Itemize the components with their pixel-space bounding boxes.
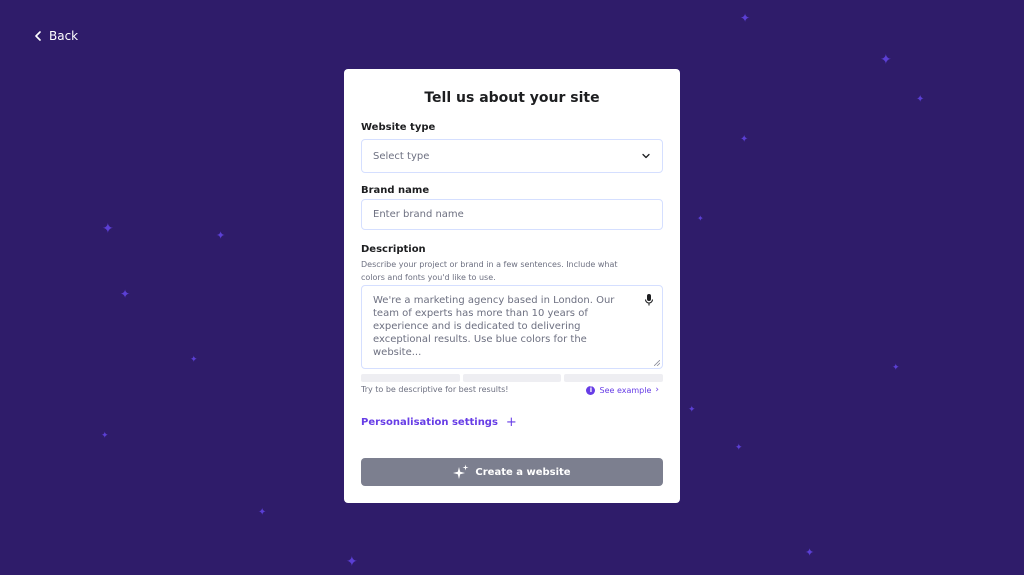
star-icon: ✦ <box>101 431 109 441</box>
star-icon: ✦ <box>102 221 114 237</box>
plus-icon: + <box>505 415 517 430</box>
chevron-right-icon: › <box>655 385 659 395</box>
star-icon: ✦ <box>697 214 704 223</box>
star-icon: ✦ <box>892 363 900 373</box>
sparkle-icon <box>453 464 469 479</box>
star-icon: ✦ <box>120 287 131 301</box>
brand-name-label: Brand name <box>361 185 430 196</box>
website-type-label: Website type <box>361 122 436 133</box>
microphone-icon[interactable] <box>643 293 655 307</box>
description-strength-meter <box>361 374 664 382</box>
website-type-placeholder: Select type <box>373 150 430 162</box>
see-example-link[interactable]: i See example › <box>586 385 659 395</box>
star-icon: ✦ <box>190 355 198 365</box>
meter-segment <box>361 374 460 382</box>
star-icon: ✦ <box>735 443 743 453</box>
meter-segment <box>564 374 664 382</box>
brand-name-input[interactable]: Enter brand name <box>361 199 663 230</box>
star-icon: ✦ <box>880 52 892 68</box>
chevron-left-icon <box>35 31 41 41</box>
chevron-down-icon <box>642 153 650 159</box>
site-details-card: Tell us about your site Website type Sel… <box>344 69 680 503</box>
star-icon: ✦ <box>688 405 696 415</box>
star-icon: ✦ <box>805 546 815 559</box>
star-icon: ✦ <box>740 134 749 145</box>
star-icon: ✦ <box>346 554 358 570</box>
star-icon: ✦ <box>258 507 267 518</box>
description-textarea[interactable]: We're a marketing agency based in London… <box>361 285 663 369</box>
create-website-label: Create a website <box>475 466 571 478</box>
resize-handle-icon[interactable] <box>654 360 660 366</box>
page-title: Tell us about your site <box>424 90 600 106</box>
description-helper: Try to be descriptive for best results! <box>361 385 509 394</box>
star-icon: ✦ <box>916 94 925 105</box>
brand-name-placeholder: Enter brand name <box>373 209 464 220</box>
description-placeholder: We're a marketing agency based in London… <box>373 295 615 358</box>
meter-segment <box>462 374 562 382</box>
star-icon: ✦ <box>216 229 226 242</box>
back-button[interactable]: Back <box>34 29 78 43</box>
description-label: Description <box>361 244 426 255</box>
personalisation-label: Personalisation settings <box>361 417 498 428</box>
website-type-select[interactable]: Select type <box>361 139 663 173</box>
back-label: Back <box>49 29 79 43</box>
star-icon: ✦ <box>740 11 751 25</box>
info-icon: i <box>586 385 596 395</box>
create-website-button[interactable]: Create a website <box>361 458 663 486</box>
personalisation-settings-toggle[interactable]: Personalisation settings + <box>361 415 517 430</box>
see-example-label: See example <box>599 385 652 395</box>
description-hint: Describe your project or brand in a few … <box>361 260 618 282</box>
